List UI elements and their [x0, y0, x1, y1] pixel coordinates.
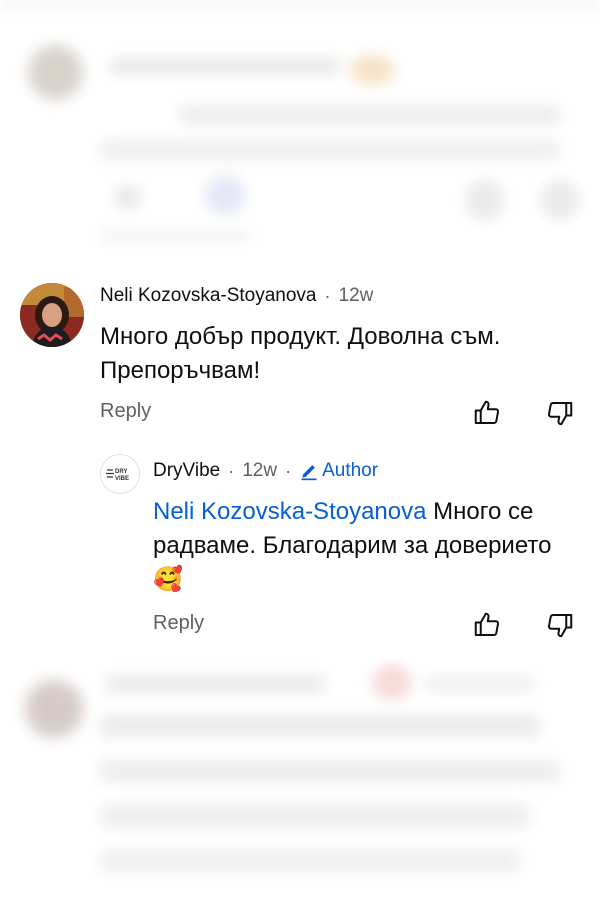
dislike-button[interactable]: [545, 398, 575, 428]
mention-link[interactable]: Neli Kozovska-Stoyanova: [153, 498, 426, 525]
reply-meta: DryVibe · 12w · Author: [153, 460, 378, 482]
comment-time[interactable]: 12w: [339, 285, 374, 307]
separator-dot: ·: [285, 460, 292, 481]
commenter-avatar[interactable]: [20, 283, 84, 347]
like-button[interactable]: [472, 610, 502, 640]
comment: Neli Kozovska-Stoyanova · 12w Много добъ…: [0, 250, 600, 440]
thumb-down-icon: [547, 614, 573, 638]
reply-comment: DRY VIBE DryVibe · 12w · Author Neli Koz…: [0, 440, 600, 650]
reply-author[interactable]: DryVibe: [153, 460, 220, 482]
emoji-smiling-hearts: 🥰: [153, 566, 183, 593]
comment-meta: Neli Kozovska-Stoyanova · 12w: [100, 285, 373, 307]
thumb-down-icon: [547, 402, 573, 426]
reply-button[interactable]: Reply: [153, 612, 204, 635]
reply-text-block: Neli Kozovska-Stoyanova Много се радваме…: [153, 495, 583, 597]
dryvibe-logo: DRY VIBE: [106, 469, 129, 482]
blurred-next-comment: [0, 655, 600, 900]
blurred-previous-comment: [0, 0, 600, 250]
logo-text-top: DRY: [115, 469, 127, 475]
reply-time[interactable]: 12w: [242, 460, 277, 482]
like-button[interactable]: [472, 398, 502, 428]
thumb-up-icon: [474, 612, 500, 636]
commenter-photo: [20, 283, 84, 347]
author-badge-label: Author: [322, 460, 379, 481]
dislike-button[interactable]: [545, 610, 575, 640]
reply-avatar[interactable]: DRY VIBE: [100, 454, 140, 494]
separator-dot: ·: [324, 285, 331, 306]
comment-text: Много добър продукт. Доволна съм. Препор…: [100, 323, 501, 384]
separator-dot: ·: [228, 460, 235, 481]
logo-text-bottom: VIBE: [115, 476, 129, 482]
author-badge: Author: [299, 460, 378, 482]
comment-author[interactable]: Neli Kozovska-Stoyanova: [100, 285, 317, 307]
thumb-up-icon: [474, 400, 500, 424]
reply-button[interactable]: Reply: [100, 400, 151, 423]
pencil-icon: [301, 465, 317, 481]
